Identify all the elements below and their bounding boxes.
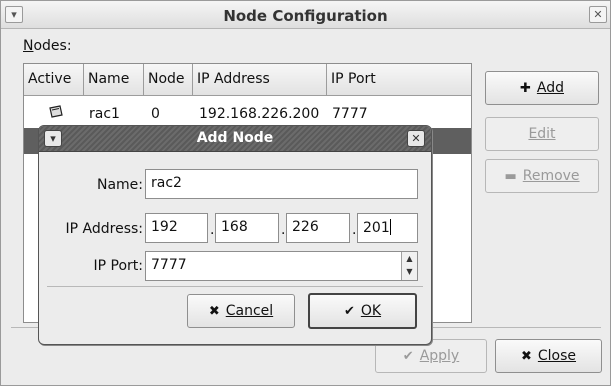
cell-node: 0	[151, 106, 160, 122]
column-header-ip-address[interactable]: IP Address	[193, 64, 327, 96]
cancel-button-label: Cancel	[225, 303, 274, 319]
cell-name: rac1	[89, 106, 120, 122]
text-caret	[389, 219, 391, 235]
ip-dot: .	[352, 222, 357, 238]
add-button-label: Add	[536, 80, 564, 96]
name-label: Name:	[96, 177, 143, 193]
check-icon: ✔	[402, 348, 414, 364]
remove-button[interactable]: ▬ Remove	[485, 159, 599, 193]
edit-button[interactable]: Edit	[485, 117, 599, 151]
ip-octet-4: 201	[363, 220, 390, 236]
cancel-button[interactable]: ✖ Cancel	[187, 294, 295, 328]
check-icon: ✔	[343, 303, 355, 319]
name-field[interactable]: rac2	[145, 169, 418, 199]
ip-octet-3-field[interactable]: 226	[286, 213, 350, 243]
column-header-active[interactable]: Active	[24, 64, 84, 96]
ip-port-value: 7777	[151, 257, 187, 273]
ip-port-spinbox[interactable]: 7777 ▲ ▼	[145, 251, 418, 281]
window-titlebar: ▾ Node Configuration ✕	[1, 1, 610, 29]
ok-button[interactable]: ✔ OK	[308, 293, 417, 329]
apply-button-label: Apply	[419, 348, 460, 364]
plus-icon: ✚	[519, 80, 531, 96]
ip-octet-4-field[interactable]: 201	[357, 213, 418, 243]
close-button-label: Close	[537, 348, 577, 364]
cell-ip-port: 7777	[332, 106, 368, 122]
ip-octet-1-field[interactable]: 192	[145, 213, 208, 243]
ip-dot: .	[210, 222, 215, 238]
dialog-close-icon[interactable]: ✕	[407, 130, 425, 147]
edit-button-label: Edit	[528, 126, 556, 142]
node-configuration-window: ▾ Node Configuration ✕ Nodes: Active Nam…	[0, 0, 611, 386]
dialog-titlebar: ▾ Add Node ✕	[39, 126, 431, 152]
nodes-label: Nodes:	[23, 38, 72, 54]
add-button[interactable]: ✚ Add	[485, 71, 599, 105]
close-button[interactable]: ✖ Close	[495, 339, 602, 373]
ip-dot: .	[281, 222, 286, 238]
ip-octet-1: 192	[151, 219, 178, 235]
ip-address-label: IP Address:	[65, 221, 144, 237]
column-header-ip-port[interactable]: IP Port	[327, 64, 471, 96]
cell-ip-address: 192.168.226.200	[199, 106, 320, 122]
dialog-separator	[47, 286, 423, 287]
server-icon	[48, 105, 64, 123]
ip-octet-2: 168	[221, 219, 248, 235]
dialog-title: Add Node	[196, 130, 274, 146]
ip-port-label: IP Port:	[93, 258, 144, 274]
ok-button-label: OK	[360, 303, 382, 319]
close-x-icon: ✖	[520, 348, 532, 364]
table-header: Active Name Node IP Address IP Port	[24, 64, 471, 96]
name-value: rac2	[151, 175, 182, 191]
add-node-dialog: ▾ Add Node ✕ Name: rac2 IP Address: 192 …	[38, 125, 432, 345]
cancel-x-icon: ✖	[208, 303, 220, 319]
ip-octet-2-field[interactable]: 168	[215, 213, 279, 243]
column-header-node[interactable]: Node	[144, 64, 193, 96]
minus-icon: ▬	[504, 168, 517, 184]
window-title: Node Configuration	[223, 7, 388, 25]
ip-octet-3: 226	[292, 219, 319, 235]
remove-button-label: Remove	[522, 168, 580, 184]
window-close-icon[interactable]: ✕	[589, 6, 607, 23]
column-header-name[interactable]: Name	[84, 64, 144, 96]
spin-arrows-icon[interactable]: ▲ ▼	[401, 252, 417, 280]
